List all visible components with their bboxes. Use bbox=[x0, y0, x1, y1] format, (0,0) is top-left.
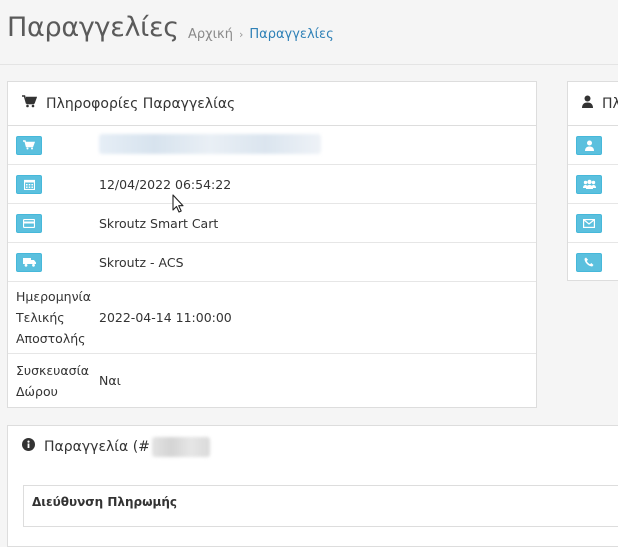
customer-group-row bbox=[568, 165, 618, 204]
customer-name-button[interactable] bbox=[576, 135, 602, 155]
cart-icon bbox=[22, 95, 46, 112]
redacted-order-id bbox=[151, 436, 210, 457]
breadcrumb-home-link[interactable]: Αρχική bbox=[188, 27, 233, 42]
payment-address-table: Διεύθυνση Πληρωμής bbox=[23, 485, 618, 527]
shipping-method-value: Skroutz - ACS bbox=[99, 254, 184, 270]
breadcrumb-current-link[interactable]: Παραγγελίες bbox=[249, 27, 333, 42]
customer-phone-button[interactable] bbox=[576, 252, 602, 272]
breadcrumb: Αρχική › Παραγγελίες bbox=[188, 27, 334, 42]
envelope-icon bbox=[583, 218, 595, 228]
payment-address-header: Διεύθυνση Πληρωμής bbox=[32, 495, 178, 509]
store-button[interactable] bbox=[16, 135, 42, 155]
payment-method-button[interactable] bbox=[16, 213, 42, 233]
cart-icon bbox=[23, 140, 35, 150]
gift-wrap-row: Συσκευασία Δώρου Ναι bbox=[8, 354, 536, 407]
customer-title: Πλ bbox=[602, 95, 618, 112]
order-title: Παραγγελία (# bbox=[44, 438, 150, 455]
order-heading: Παραγγελία (# bbox=[8, 426, 618, 467]
final-shipping-date-value: 2022-04-14 11:00:00 bbox=[99, 310, 232, 325]
credit-card-icon bbox=[23, 218, 35, 228]
date-added-value: 12/04/2022 06:54:22 bbox=[99, 176, 232, 192]
page-title: Παραγγελίες bbox=[7, 12, 179, 43]
date-added-row: 12/04/2022 06:54:22 bbox=[8, 165, 536, 204]
group-icon bbox=[582, 179, 596, 189]
order-info-heading: Πληροφορίες Παραγγελίας bbox=[8, 82, 536, 126]
user-icon bbox=[582, 95, 602, 112]
customer-panel: Πλ bbox=[567, 81, 618, 281]
customer-phone-row bbox=[568, 243, 618, 281]
customer-name-row bbox=[568, 126, 618, 165]
redacted-store-name bbox=[99, 133, 321, 154]
order-info-title: Πληροφορίες Παραγγελίας bbox=[46, 95, 236, 112]
truck-icon bbox=[22, 258, 36, 267]
store-row bbox=[8, 126, 536, 165]
mouse-cursor-icon bbox=[172, 194, 185, 218]
header-divider bbox=[0, 64, 618, 65]
shipping-method-row: Skroutz - ACS bbox=[8, 243, 536, 282]
customer-heading: Πλ bbox=[568, 82, 618, 126]
info-icon bbox=[22, 438, 44, 455]
final-shipping-date-row: Ημερομηνία Τελικής Αποστολής 2022-04-14 … bbox=[8, 282, 536, 354]
phone-icon bbox=[584, 257, 594, 267]
date-added-button[interactable] bbox=[16, 174, 42, 194]
order-panel: Παραγγελία (# Διεύθυνση Πληρωμής bbox=[7, 425, 618, 547]
order-info-panel: Πληροφορίες Παραγγελίας 12/04/2022 06:54… bbox=[7, 81, 537, 408]
customer-email-row bbox=[568, 204, 618, 243]
gift-wrap-value: Ναι bbox=[99, 373, 121, 388]
user-icon bbox=[584, 140, 594, 151]
gift-wrap-label: Συσκευασία Δώρου bbox=[16, 362, 90, 399]
calendar-icon bbox=[23, 179, 35, 190]
payment-method-row: Skroutz Smart Cart bbox=[8, 204, 536, 243]
customer-email-button[interactable] bbox=[576, 213, 602, 233]
final-shipping-date-label: Ημερομηνία Τελικής Αποστολής bbox=[16, 289, 92, 346]
payment-method-value: Skroutz Smart Cart bbox=[99, 215, 219, 231]
customer-group-button[interactable] bbox=[576, 174, 602, 194]
breadcrumb-separator-icon: › bbox=[238, 28, 244, 41]
shipping-method-button[interactable] bbox=[16, 252, 42, 272]
